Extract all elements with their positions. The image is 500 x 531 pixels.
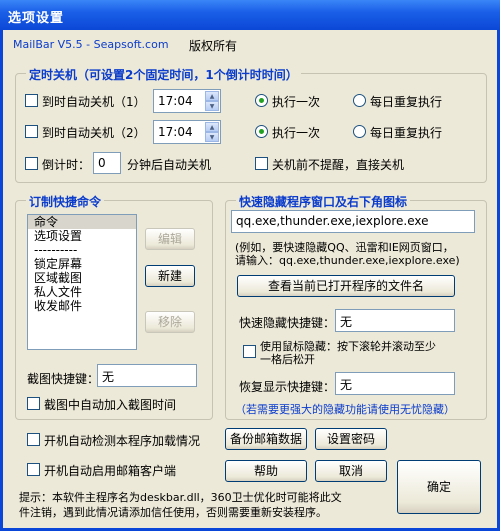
add-time-checkbox[interactable]: [27, 397, 40, 410]
shutdown1-checkbox[interactable]: [25, 94, 38, 107]
shutdown2-time[interactable]: 17:04 ▲ ▼: [153, 120, 221, 144]
screenshot-hotkey-input[interactable]: 无: [97, 364, 197, 387]
list-item[interactable]: 收发邮件: [28, 299, 136, 313]
countdown-input[interactable]: 0: [93, 152, 121, 174]
help-button[interactable]: 帮助: [225, 460, 307, 482]
hide-hotkey-input[interactable]: 无: [335, 309, 455, 332]
autocheck-label: 开机自动检测本程序加载情况: [44, 434, 201, 448]
command-list[interactable]: 命令 选项设置 ---------- 锁定屏幕 区域截图 私人文件 收发邮件: [27, 214, 137, 350]
shutdown1-daily-label: 每日重复执行: [370, 95, 443, 109]
tip-line2: 件注销，遇到此情况请添加信任使用，否则需要重新安装程序。: [19, 506, 327, 519]
set-password-button[interactable]: 设置密码: [315, 428, 387, 450]
no-remind-checkbox[interactable]: [255, 157, 268, 170]
title-bar[interactable]: 选项设置: [0, 0, 500, 30]
chevron-down-icon[interactable]: ▼: [205, 132, 219, 142]
no-remind-label: 关机前不提醒，直接关机: [272, 158, 405, 172]
countdown-label: 倒计时：: [42, 158, 91, 172]
cancel-button[interactable]: 取消: [315, 460, 387, 482]
list-item[interactable]: ----------: [28, 243, 136, 257]
autocheck-checkbox[interactable]: [27, 433, 40, 446]
remove-button[interactable]: 移除: [145, 311, 195, 333]
backup-button[interactable]: 备份邮箱数据: [225, 428, 307, 450]
screenshot-hotkey-label: 截图快捷键：: [27, 372, 100, 386]
hide-legend: 快速隐藏程序窗口及右下角图标: [236, 193, 411, 210]
view-programs-button[interactable]: 查看当前已打开程序的文件名: [237, 275, 455, 297]
countdown-suffix: 分钟后自动关机: [127, 158, 212, 172]
shutdown-legend: 定时关机（可设置2个固定时间，1个倒计时时间）: [26, 66, 301, 83]
shutdown1-once-radio[interactable]: [255, 94, 268, 107]
list-item[interactable]: 命令: [28, 215, 136, 229]
ok-button[interactable]: 确定: [397, 460, 481, 514]
shutdown2-label: 到时自动关机（2）: [42, 126, 146, 140]
commands-legend: 订制快捷命令: [26, 193, 105, 210]
programs-input[interactable]: qq.exe,thunder.exe,iexplore.exe: [231, 210, 475, 233]
shutdown2-once-radio[interactable]: [255, 125, 268, 138]
edit-button[interactable]: 编辑: [145, 228, 195, 250]
tip-line1: 提示：本软件主程序名为deskbar.dll，360卫士优化时可能将此文: [19, 491, 342, 504]
shutdown1-once-label: 执行一次: [272, 95, 321, 109]
countdown-checkbox[interactable]: [25, 157, 38, 170]
shutdown2-time-value: 17:04: [158, 125, 193, 139]
example-line2: 请输入：qq.exe,thunder.exe,iexplore.exe): [235, 254, 460, 267]
shutdown1-time-value: 17:04: [158, 94, 193, 108]
shutdown2-once-label: 执行一次: [272, 126, 321, 140]
shutdown1-daily-radio[interactable]: [353, 94, 366, 107]
mouse-hide-line2: 一格后松开: [260, 353, 315, 366]
hide-note: （若需要更强大的隐藏功能请使用无忧隐藏）: [235, 403, 455, 416]
restore-hotkey-label: 恢复显示快捷键：: [239, 380, 336, 394]
shutdown2-daily-radio[interactable]: [353, 125, 366, 138]
app-name: MailBar V5.5 - Seapsoft.com: [13, 38, 169, 51]
list-item[interactable]: 区域截图: [28, 271, 136, 285]
autostart-checkbox[interactable]: [27, 463, 40, 476]
autostart-label: 开机自动启用邮箱客户端: [44, 464, 177, 478]
chevron-down-icon[interactable]: ▼: [205, 101, 219, 111]
shutdown2-checkbox[interactable]: [25, 125, 38, 138]
list-item[interactable]: 选项设置: [28, 229, 136, 243]
copyright: 版权所有: [189, 39, 238, 53]
restore-hotkey-input[interactable]: 无: [335, 372, 455, 395]
shutdown1-label: 到时自动关机（1）: [42, 95, 146, 109]
list-item[interactable]: 锁定屏幕: [28, 257, 136, 271]
options-dialog: 选项设置 MailBar V5.5 - Seapsoft.com 版权所有 定时…: [0, 0, 500, 531]
chevron-up-icon[interactable]: ▲: [205, 91, 219, 101]
shutdown2-daily-label: 每日重复执行: [370, 126, 443, 140]
mouse-hide-checkbox[interactable]: [243, 345, 256, 358]
add-time-label: 截图中自动加入截图时间: [44, 398, 177, 412]
list-item[interactable]: 私人文件: [28, 285, 136, 299]
shutdown1-time[interactable]: 17:04 ▲ ▼: [153, 89, 221, 113]
hide-hotkey-label: 快速隐藏快捷键：: [239, 316, 336, 330]
new-button[interactable]: 新建: [145, 265, 195, 287]
chevron-up-icon[interactable]: ▲: [205, 122, 219, 132]
